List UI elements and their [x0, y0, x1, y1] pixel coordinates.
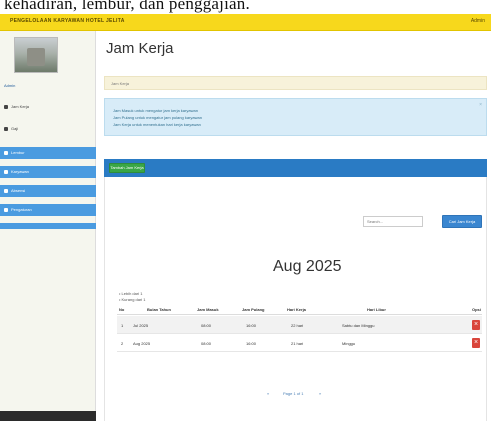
sidebar-profile-name[interactable]: Admin: [0, 81, 96, 91]
search-button[interactable]: Cari Jam Kerja: [442, 215, 482, 228]
alert-line: Jam Pulang untuk mengatur jam pulang kar…: [113, 115, 202, 120]
col-pulang: Jam Pulang: [242, 307, 265, 312]
legend-item: • Kurang dari 1: [119, 297, 146, 302]
panel-header: Tambah Jam Kerja: [104, 159, 487, 177]
sidebar: Admin Jam Kerja Gaji Lembur Karyawan Abs…: [0, 31, 96, 421]
table-row: 1 Jul 2025 08:00 16:00 22 hari Sabtu dan…: [117, 316, 482, 334]
page-title: Jam Kerja: [106, 40, 174, 57]
sidebar-item-jam-kerja[interactable]: Jam Kerja: [0, 101, 96, 113]
delete-button[interactable]: [472, 338, 480, 348]
col-no: No: [119, 307, 125, 312]
top-navbar: PENGELOLAAN KARYAWAN HOTEL JELITA Admin: [0, 14, 491, 31]
add-jam-kerja-button[interactable]: Tambah Jam Kerja: [109, 163, 145, 173]
sidebar-item-absensi[interactable]: Absensi: [0, 185, 96, 197]
pager-next[interactable]: »: [319, 391, 321, 396]
caption-strip: kehadiran, lembur, dan penggajian.: [0, 0, 491, 14]
breadcrumb: Jam Kerja: [104, 76, 487, 90]
pager-prev[interactable]: «: [267, 391, 269, 396]
col-libur: Hari Libur: [367, 307, 386, 312]
sidebar-item-karyawan[interactable]: Karyawan: [0, 166, 96, 178]
list-icon: [4, 150, 8, 155]
breadcrumb-item[interactable]: Jam Kerja: [111, 81, 129, 86]
pager-label: Page 1 of 1: [283, 391, 304, 396]
main-content: Jam Kerja Jam Kerja Jam Masuk untuk meng…: [104, 31, 487, 421]
alert-line: Jam Masuk untuk mengatur jam kerja karya…: [113, 108, 198, 113]
sidebar-item-lembur[interactable]: Lembur: [0, 147, 96, 159]
alert-line: Jam Kerja untuk menentukan hari kerja ka…: [113, 122, 201, 127]
col-masuk: Jam Masuk: [197, 307, 219, 312]
users-icon: [4, 169, 8, 174]
profile-photo: [14, 37, 58, 73]
sidebar-item-pengaturan[interactable]: Pengaturan: [0, 204, 96, 216]
building-icon: [27, 48, 45, 66]
col-hari: Hari Kerja: [287, 307, 306, 312]
pagination: « Page 1 of 1 »: [259, 391, 333, 401]
table-header: No Bulan Tahun Jam Masuk Jam Pulang Hari…: [117, 304, 482, 315]
content-card: Cari Jam Kerja Aug 2025 • Lebih dari 1 •…: [104, 177, 487, 421]
table-row: 2 Aug 2025 08:00 16:00 21 hari Minggu: [117, 334, 482, 352]
sidebar-item-gaji[interactable]: Gaji: [0, 123, 96, 135]
col-opsi: Opsi: [472, 307, 481, 312]
legend-item: • Lebih dari 1: [119, 291, 143, 296]
info-alert: Jam Masuk untuk mengatur jam kerja karya…: [104, 98, 487, 136]
delete-button[interactable]: [472, 320, 480, 330]
close-icon[interactable]: ×: [479, 102, 482, 108]
clock-icon: [4, 104, 8, 109]
sidebar-active-strip: [0, 223, 96, 229]
app-brand[interactable]: PENGELOLAAN KARYAWAN HOTEL JELITA: [10, 18, 125, 24]
gear-icon: [4, 207, 8, 212]
check-icon: [4, 188, 8, 193]
user-menu[interactable]: Admin: [471, 18, 485, 24]
money-icon: [4, 126, 8, 131]
month-heading: Aug 2025: [273, 258, 342, 275]
sidebar-footer: [0, 411, 96, 421]
search-input[interactable]: [363, 216, 423, 227]
col-bulan: Bulan Tahun: [147, 307, 171, 312]
caption-text: kehadiran, lembur, dan penggajian.: [4, 0, 250, 13]
